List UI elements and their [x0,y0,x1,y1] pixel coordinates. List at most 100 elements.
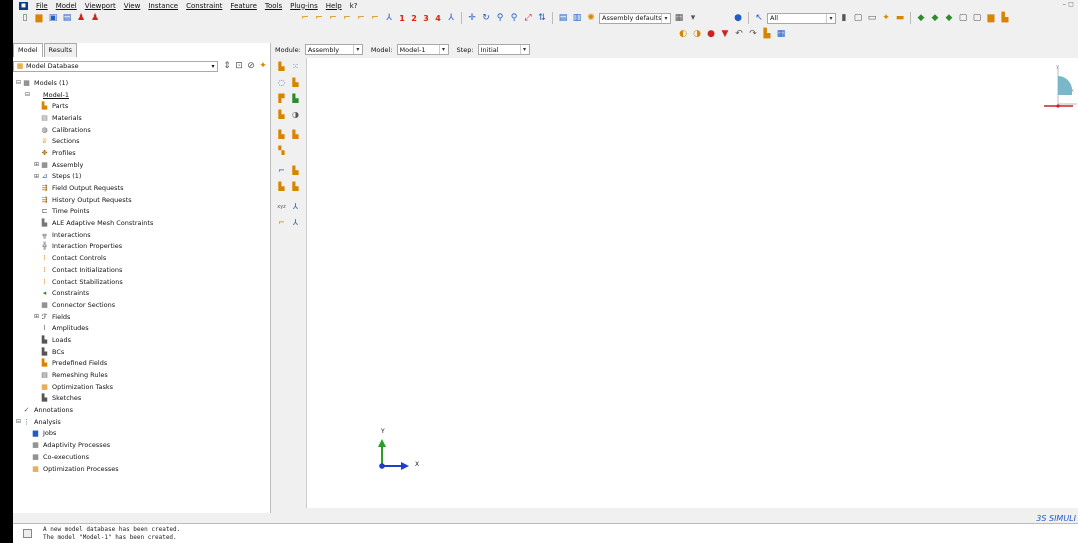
render-wire-icon[interactable]: ◆ [915,12,927,24]
color-code-icon[interactable]: ▦ [673,12,685,24]
undo-icon[interactable]: ↶ [733,28,745,40]
render-edge-icon[interactable]: ▢ [957,12,969,24]
tree-item-contact-controls[interactable]: ⁞ Contact Controls [13,252,271,264]
view-bottom-icon[interactable]: ⌐ [341,12,353,24]
view-4-button[interactable]: 4 [433,14,443,23]
table-icon[interactable]: ▦ [775,28,787,40]
view-iso-icon[interactable]: ⅄ [383,12,395,24]
open-folder-icon[interactable]: ▆ [33,12,45,24]
merge-icon[interactable]: ▙ [290,93,301,104]
tree-item-interactions[interactable]: ╦ Interactions [13,229,271,241]
selection-option-d-icon[interactable]: ✦ [880,12,892,24]
tree-item-remeshing-rules[interactable]: ▤ Remeshing Rules [13,369,271,381]
tree-item-contact-stabilizations[interactable]: ⁞ Contact Stabilizations [13,276,271,288]
toolbox-icon[interactable]: ▙ [761,28,773,40]
view-1-button[interactable]: 1 [397,14,407,23]
view-top-icon[interactable]: ⌐ [327,12,339,24]
replace-icon[interactable]: ▼ [719,28,731,40]
collapse-icon[interactable]: ⊟ [15,79,22,86]
menu-view[interactable]: View [124,2,141,10]
menu-constraint[interactable]: Constraint [186,2,222,10]
edit-feature-icon[interactable]: ▚ [276,145,287,156]
tree-item-co-executions[interactable]: ▦ Co-executions [13,451,271,463]
model-database-combo[interactable]: ▦ Model Database ▾ [13,60,218,72]
window-controls[interactable]: – ◻ [1062,0,1074,8]
create-instance-icon[interactable]: ▙ [276,61,287,72]
menu-file[interactable]: File [36,2,48,10]
render-extra-icon[interactable]: ▙ [999,12,1011,24]
pan-icon[interactable]: ✛ [466,12,478,24]
render-icon[interactable]: ▤ [557,12,569,24]
tree-item-parts[interactable]: ▙ Parts [13,100,271,112]
coordinate-system-icon[interactable]: xyz [276,201,287,212]
color-icon[interactable]: ● [705,28,717,40]
tree-item-predefined-fields[interactable]: ▙ Predefined Fields [13,358,271,370]
view-2-button[interactable]: 2 [409,14,419,23]
csys-icon[interactable]: ⅄ [290,201,301,212]
view-back-icon[interactable]: ⌐ [313,12,325,24]
tree-item-ale-adaptive-mesh-constraints[interactable]: ▙ ALE Adaptive Mesh Constraints [13,217,271,229]
tab-results[interactable]: Results [43,43,78,57]
tree-item-loads[interactable]: ▙ Loads [13,334,271,346]
render-outline-icon[interactable]: ▢ [971,12,983,24]
tree-item-assembly[interactable]: ⊞ ▦ Assembly [13,159,271,171]
partition-cell-b-icon[interactable]: ▙ [290,181,301,192]
render-hidden-icon[interactable]: ◆ [929,12,941,24]
menu-feature[interactable]: Feature [230,2,256,10]
view-front-icon[interactable]: ⌐ [299,12,311,24]
collapse-icon[interactable]: ⊡ [233,60,245,72]
constraint-icon[interactable]: ▙ [276,109,287,120]
collapse-icon[interactable]: ⊟ [15,418,22,425]
step-combo[interactable]: Initial ▾ [477,44,530,55]
render-shaded-icon[interactable]: ◆ [943,12,955,24]
instance-pattern-icon[interactable]: ⁙ [290,61,301,72]
partition-cell-icon[interactable]: ▙ [276,181,287,192]
tree-item-analysis[interactable]: ⊟ ⋮ Analysis [13,416,271,428]
save-icon[interactable]: ▣ [47,12,59,24]
tool-b-icon[interactable]: ♟ [89,12,101,24]
module-combo[interactable]: Assembly ▾ [304,44,363,55]
menu-plug-ins[interactable]: Plug-ins [290,2,318,10]
pin-icon[interactable]: ✦ [257,60,269,72]
rotate-icon[interactable]: ↻ [480,12,492,24]
menu-viewport[interactable]: Viewport [85,2,116,10]
view-right-icon[interactable]: ⌐ [369,12,381,24]
tree-item-fields[interactable]: ⊞ ℱ Fields [13,311,271,323]
view-left-icon[interactable]: ⌐ [355,12,367,24]
sort-icon[interactable]: ⇕ [221,60,233,72]
cycle-icon[interactable]: ⇅ [536,12,548,24]
tree-item-profiles[interactable]: ✥ Profiles [13,147,271,159]
tree-item-contact-initializations[interactable]: ⁞ Contact Initializations [13,264,271,276]
new-file-icon[interactable]: ▯ [19,12,31,24]
dropdown-arrow-icon[interactable]: ▾ [687,12,699,24]
tree-item-time-points[interactable]: ⊏ Time Points [13,206,271,218]
query-icon[interactable]: ● [732,12,744,24]
selection-option-e-icon[interactable]: ▬ [894,12,906,24]
tree-item-jobs[interactable]: ▆ Jobs [13,428,271,440]
tree-item-model-1[interactable]: ⊟ Model-1 [13,89,271,101]
triad-icon[interactable]: ⅄ [445,12,457,24]
translate-instance-icon[interactable]: ▙ [290,77,301,88]
message-toggle-icon[interactable] [23,529,32,538]
filter-icon[interactable]: ⊘ [245,60,257,72]
expand-icon[interactable]: ⊞ [33,313,40,320]
tree-item-calibrations[interactable]: ◍ Calibrations [13,124,271,136]
expand-icon[interactable]: ⊞ [33,161,40,168]
datum-axis-icon[interactable]: ▙ [290,129,301,140]
selection-option-c-icon[interactable]: ▭ [866,12,878,24]
expand-icon[interactable]: ⊞ [33,173,40,180]
tree-item-sketches[interactable]: ▙ Sketches [13,393,271,405]
partition-icon[interactable]: ◑ [691,28,703,40]
menu-help[interactable]: Help [326,2,342,10]
tree-item-field-output-requests[interactable]: ⇶ Field Output Requests [13,182,271,194]
tree-item-optimization-tasks[interactable]: ▦ Optimization Tasks [13,381,271,393]
box-zoom-icon[interactable]: ⚲ [508,12,520,24]
csys-c-icon[interactable]: ⅄ [290,217,301,228]
boolean-icon[interactable]: ◑ [290,109,301,120]
help-whats-this-icon[interactable]: k? [350,2,358,10]
graphics-viewport[interactable]: x y Y X [306,58,1078,508]
tree-item-constraints[interactable]: ◂ Constraints [13,287,271,299]
tree-item-adaptivity-processes[interactable]: ▦ Adaptivity Processes [13,439,271,451]
tree-item-models-1[interactable]: ⊟ ▦ Models (1) [13,77,271,89]
tree-item-connector-sections[interactable]: ▦ Connector Sections [13,299,271,311]
